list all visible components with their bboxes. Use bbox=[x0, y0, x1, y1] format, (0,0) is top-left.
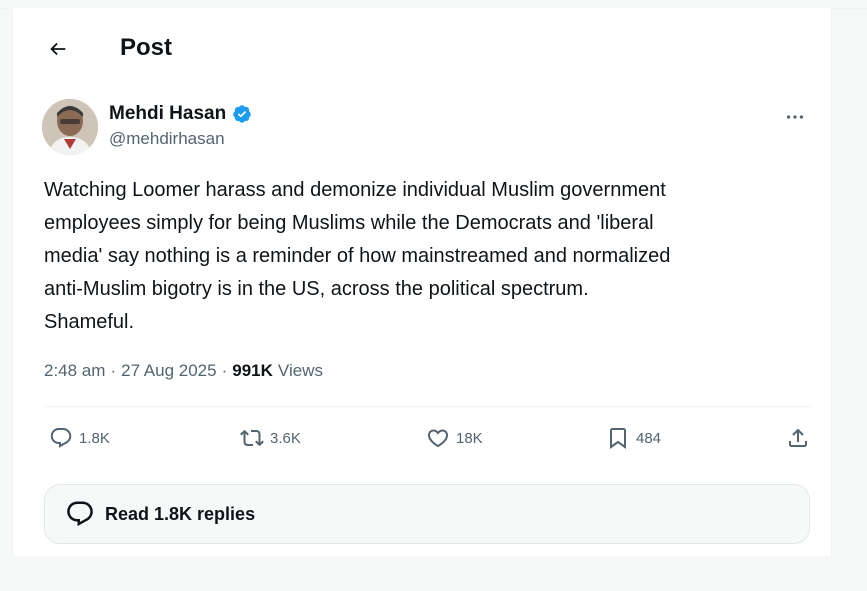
author-name-row: Mehdi Hasan bbox=[109, 102, 252, 126]
chat-bubbles-icon bbox=[67, 501, 93, 527]
tweet-text: Watching Loomer harass and demonize indi… bbox=[44, 174, 804, 339]
reply-count: 1.8K bbox=[79, 429, 110, 447]
tweet-text-line: employees simply for being Muslims while… bbox=[44, 212, 654, 234]
repost-button[interactable]: 3.6K bbox=[240, 426, 301, 450]
read-replies-label: Read 1.8K replies bbox=[105, 503, 256, 524]
views-label: Views bbox=[277, 361, 323, 380]
verified-badge-icon bbox=[233, 105, 251, 123]
divider bbox=[44, 406, 812, 407]
back-button[interactable] bbox=[43, 34, 73, 64]
post-header: Post bbox=[13, 26, 831, 70]
share-button[interactable] bbox=[786, 426, 810, 450]
views-count: 991K bbox=[232, 361, 273, 380]
share-icon bbox=[789, 428, 807, 447]
repost-icon bbox=[240, 429, 264, 447]
bookmark-icon bbox=[610, 428, 626, 449]
bookmark-count: 484 bbox=[636, 429, 662, 447]
repost-count: 3.6K bbox=[270, 429, 301, 447]
avatar-photo bbox=[42, 99, 98, 155]
like-count: 18K bbox=[456, 429, 483, 447]
reply-icon bbox=[50, 428, 72, 448]
tweet-meta: 2:48 am · 27 Aug 2025 · 991K Views bbox=[44, 359, 323, 383]
read-replies-button[interactable]: Read 1.8K replies bbox=[44, 484, 810, 544]
tweet-time[interactable]: 2:48 am bbox=[44, 359, 105, 383]
tweet-text-line: Shameful. bbox=[44, 311, 135, 333]
meta-separator: · bbox=[110, 361, 117, 380]
avatar[interactable] bbox=[42, 99, 98, 155]
tweet-text-line: anti-Muslim bigotry is in the US, across… bbox=[44, 278, 589, 300]
tweet-text-line: Watching Loomer harass and demonize indi… bbox=[44, 179, 666, 201]
post-panel: Post Mehdi Hasan @mehdirhasan Watching L… bbox=[12, 8, 832, 556]
author-display-name[interactable]: Mehdi Hasan bbox=[109, 102, 226, 126]
heart-icon bbox=[427, 429, 449, 448]
bookmark-button[interactable]: 484 bbox=[606, 426, 661, 450]
tweet-date[interactable]: 27 Aug 2025 bbox=[121, 359, 216, 383]
more-options-button[interactable] bbox=[779, 101, 811, 133]
reply-button[interactable]: 1.8K bbox=[49, 426, 110, 450]
page-title: Post bbox=[120, 34, 173, 61]
action-bar: 1.8K 3.6K 18K 484 bbox=[44, 422, 812, 462]
meta-separator: · bbox=[221, 361, 228, 380]
tweet-text-line: media' say nothing is a reminder of how … bbox=[44, 245, 671, 267]
arrow-left-icon bbox=[50, 42, 66, 56]
more-horizontal-icon bbox=[786, 115, 804, 119]
like-button[interactable]: 18K bbox=[426, 426, 483, 450]
author-handle[interactable]: @mehdirhasan bbox=[109, 128, 225, 150]
